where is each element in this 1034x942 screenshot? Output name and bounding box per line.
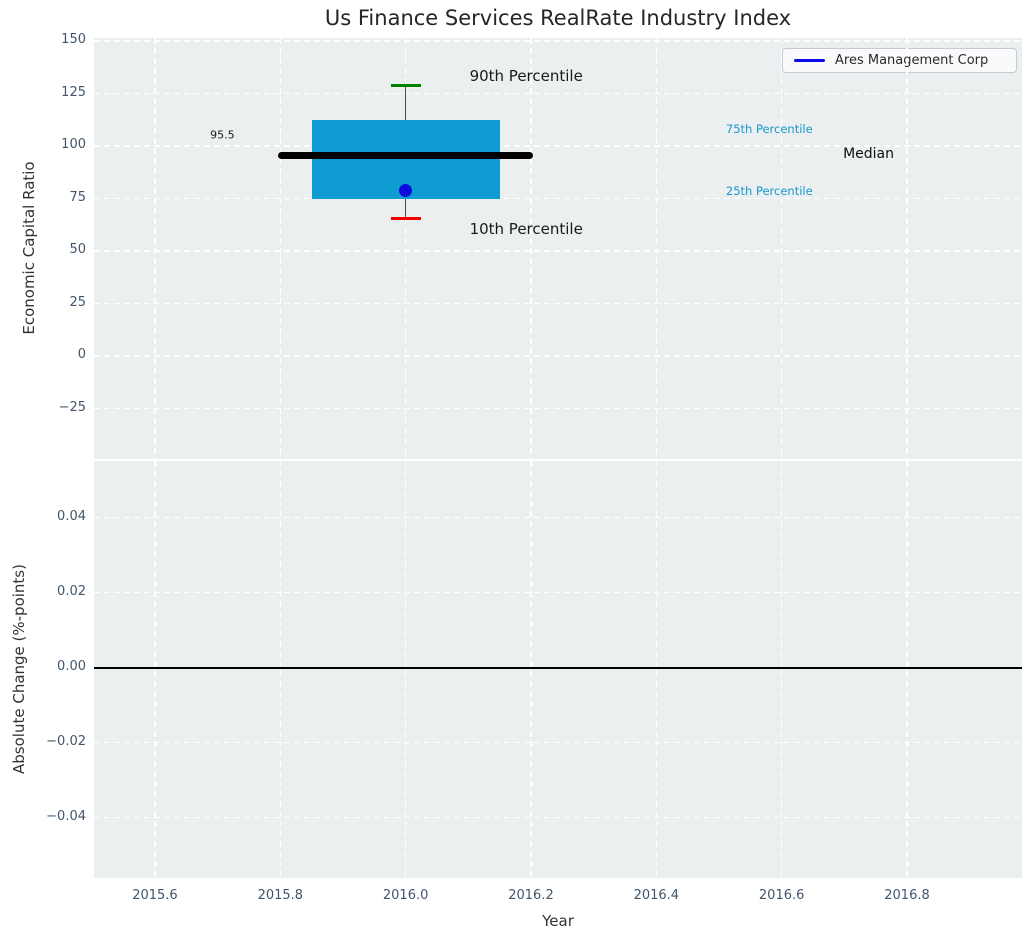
gridline-vertical: [404, 461, 407, 878]
gridline-horizontal: [94, 407, 1022, 410]
gridline-horizontal: [94, 92, 1022, 95]
annotation-10th-percentile: 10th Percentile: [469, 219, 583, 238]
x-tick-label: 2016.6: [758, 888, 805, 903]
gridline-horizontal: [94, 741, 1022, 744]
y-tick-label-top: 125: [61, 84, 86, 100]
gridline-horizontal: [94, 197, 1022, 200]
legend-box: Ares Management Corp: [782, 48, 1017, 73]
gridline-vertical: [780, 461, 783, 878]
boxplot-cap-10th: [390, 216, 421, 220]
annotation-median: Median: [843, 146, 894, 163]
y-tick-label-top: 0: [77, 347, 86, 363]
y-tick-label-top: 25: [69, 294, 86, 310]
gridline-vertical: [154, 38, 156, 459]
gridline-horizontal: [94, 591, 1022, 594]
gridline-horizontal: [94, 40, 1022, 42]
gridline-horizontal: [94, 250, 1022, 252]
y-tick-label-bottom: 0.00: [57, 658, 86, 674]
x-tick-label: 2015.6: [132, 888, 178, 903]
y-tick-label-top: 100: [61, 137, 86, 153]
gridline-horizontal: [94, 302, 1022, 305]
x-tick-label: 2016.4: [633, 888, 680, 903]
annotation-90th-percentile: 90th Percentile: [469, 67, 583, 86]
y-tick-label-bottom: −0.04: [46, 808, 86, 824]
annotation-75th-percentile: 75th Percentile: [725, 121, 813, 136]
y-tick-label-bottom: 0.04: [57, 508, 86, 524]
gridline-vertical: [154, 461, 156, 878]
chart-figure: Us Finance Services RealRate Industry In…: [0, 0, 1034, 942]
legend-line-swatch: [794, 59, 825, 62]
gridline-vertical: [530, 461, 532, 878]
boxplot-median-line: [277, 151, 534, 159]
bottom-subplot: [94, 461, 1022, 878]
gridline-horizontal: [94, 516, 1022, 519]
y-tick-label-bottom: 0.02: [57, 583, 86, 599]
x-axis-label: Year: [542, 912, 574, 930]
x-tick-label: 2016.0: [382, 888, 429, 903]
gridline-vertical: [530, 38, 532, 459]
y-tick-label-top: 150: [61, 32, 86, 47]
gridline-vertical: [655, 38, 658, 459]
x-tick-label: 2015.8: [257, 888, 304, 903]
gridline-horizontal: [94, 816, 1022, 819]
gridline-vertical: [906, 38, 908, 459]
annotation-95-5: 95.5: [210, 128, 235, 142]
x-tick-label: 2016.8: [884, 888, 930, 903]
gridline-vertical: [279, 461, 281, 878]
x-tick-label: 2016.2: [508, 888, 554, 903]
y-tick-label-bottom: −0.02: [46, 733, 86, 749]
annotation-25th-percentile: 25th Percentile: [725, 184, 813, 199]
gridline-vertical: [780, 38, 783, 459]
y-tick-label-top: −25: [58, 399, 86, 415]
gridline-horizontal: [94, 355, 1022, 357]
zero-axhline: [94, 666, 1022, 669]
gridline-vertical: [655, 461, 658, 878]
gridline-vertical: [279, 38, 281, 459]
boxplot-cap-90th: [390, 84, 421, 88]
legend-label: Ares Management Corp: [835, 53, 989, 68]
y-tick-label-top: 50: [69, 242, 86, 258]
top-subplot: [94, 38, 1022, 459]
chart-title: Us Finance Services RealRate Industry In…: [324, 6, 792, 30]
gridline-vertical: [906, 461, 908, 878]
y-tick-label-top: 75: [69, 189, 86, 205]
